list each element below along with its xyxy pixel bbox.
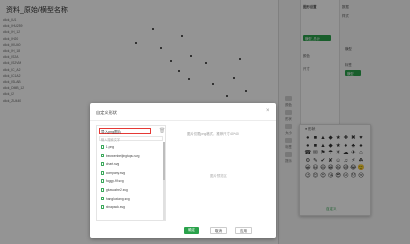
file-name: chart.svg <box>105 162 120 167</box>
file-item[interactable]: foggy-flf.svg <box>101 179 124 183</box>
custom-shape-dialog: 自定义形状 × 导入png图片 🗑 输入搜索文字 1.png beowenbeij… <box>90 103 276 238</box>
file-name: gtuwuzhe2.svg <box>105 188 128 192</box>
ok-button[interactable]: 确定 <box>184 227 199 234</box>
file-icon <box>101 153 105 158</box>
file-item[interactable]: 1.png <box>101 145 114 149</box>
file-name: hangluxiang.svg <box>105 196 130 201</box>
image-import-input[interactable]: 导入png图片 <box>99 128 151 134</box>
apply-button[interactable]: 应用 <box>235 227 252 234</box>
dialog-title: 自定义形状 <box>96 110 117 115</box>
divider <box>90 120 276 121</box>
file-icon <box>101 162 105 167</box>
file-name: company.svg <box>105 170 126 175</box>
file-name: 1.png <box>105 145 115 149</box>
file-item[interactable]: company.svg <box>101 171 125 175</box>
file-icon <box>101 145 105 149</box>
file-icon <box>101 179 105 184</box>
file-name: foggy-flf.svg <box>105 179 124 184</box>
scrollbar-thumb[interactable] <box>163 142 165 180</box>
close-icon[interactable]: × <box>266 108 270 114</box>
file-icon <box>101 170 105 175</box>
image-list-panel: 导入png图片 🗑 输入搜索文字 1.png beowenbeijingtupu.… <box>96 125 166 221</box>
file-icon <box>101 188 105 192</box>
cancel-button[interactable]: 取消 <box>210 227 227 234</box>
trash-icon[interactable]: 🗑 <box>159 128 165 134</box>
file-icon <box>101 205 105 210</box>
file-item[interactable]: gtuwuzhe2.svg <box>101 188 128 192</box>
format-hint: 图片仅限png格式，推荐尺寸40*40 <box>187 132 239 136</box>
file-item[interactable]: xinapack.svg <box>101 205 125 209</box>
file-item[interactable]: hangluxiang.svg <box>101 197 130 201</box>
preview-area: 图片预览区 <box>210 174 227 178</box>
file-item[interactable]: chart.svg <box>101 162 119 166</box>
file-name: beowenbeijingtupu.svg <box>105 153 140 158</box>
file-icon <box>101 196 105 201</box>
file-name: xinapack.svg <box>105 205 125 210</box>
search-input[interactable]: 输入搜索文字 <box>99 136 163 142</box>
file-item[interactable]: beowenbeijingtupu.svg <box>101 154 139 158</box>
